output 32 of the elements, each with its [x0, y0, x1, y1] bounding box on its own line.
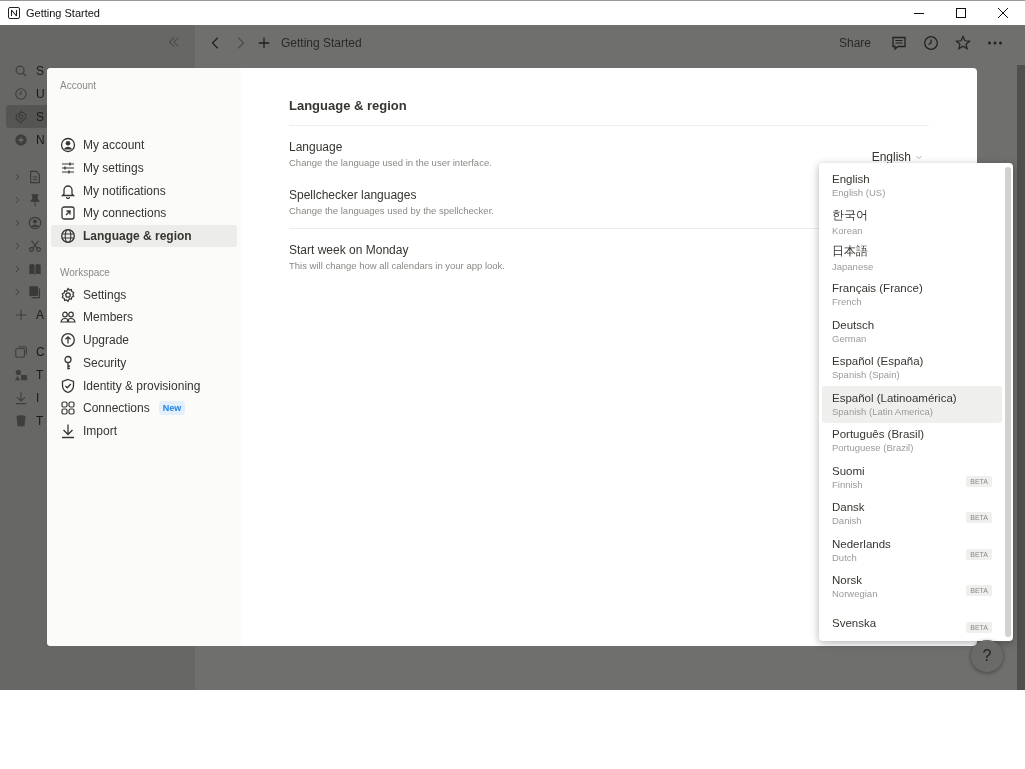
menu-label: Import [83, 423, 117, 438]
sidebar-label: A [36, 307, 44, 322]
menu-label: My notifications [83, 183, 166, 198]
setting-description: Change the languages used by the spellchecker. [289, 205, 494, 216]
sidebar-label: T [36, 367, 44, 382]
menu-label: Language & region [83, 229, 192, 244]
sidebar-label: S [36, 63, 44, 78]
sidebar-label: T [36, 413, 44, 428]
menu-label: Connections [83, 401, 150, 416]
section-heading: Workspace [59, 267, 111, 281]
section-title: Language & region [289, 98, 929, 126]
sidebar-label: C [36, 344, 45, 359]
window-title: Getting Started [26, 7, 100, 19]
menu-label: Security [83, 355, 127, 370]
menu-label: My settings [83, 161, 144, 176]
setting-title: Spellchecker languages [289, 188, 418, 202]
menu-label: Settings [83, 287, 127, 302]
menu-label: Identity & provisioning [83, 378, 201, 393]
new-badge: New [158, 401, 186, 416]
menu-label: Members [83, 310, 133, 325]
menu-label: My connections [83, 206, 167, 221]
section-heading: Account [59, 80, 98, 93]
sidebar-label: S [36, 109, 44, 124]
setting-title: Language [289, 140, 344, 154]
setting-description: This will change how all calendars in your app look. [289, 260, 505, 271]
sidebar-label: N [36, 132, 45, 147]
sidebar-label: I [36, 390, 40, 405]
setting-title: Start week on Monday [289, 243, 410, 257]
setting-description: Change the language used in the user interface. [289, 157, 492, 168]
menu-label: My account [83, 138, 145, 153]
sidebar-label: U [36, 86, 45, 101]
menu-label: Upgrade [83, 333, 130, 348]
